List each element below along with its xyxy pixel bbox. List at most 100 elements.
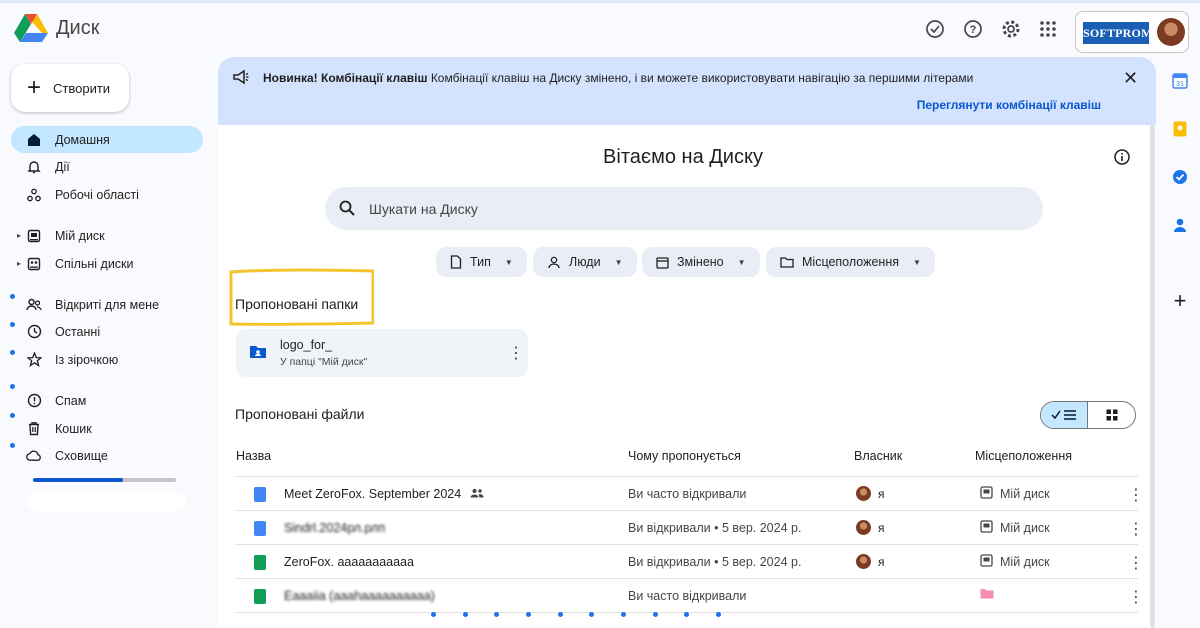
bell-icon bbox=[26, 159, 42, 175]
folder-location: У папці "Мій диск" bbox=[280, 356, 368, 368]
google-doc-icon bbox=[254, 487, 266, 502]
owner-avatar bbox=[856, 486, 871, 501]
table-row[interactable]: ZeroFox. ааааааааааа Ви відкривали • 5 в… bbox=[235, 544, 1144, 578]
file-name: Meet ZeroFox. September 2024 bbox=[284, 487, 484, 501]
grid-icon bbox=[1106, 409, 1117, 421]
chip-label: Місцеположення bbox=[802, 255, 899, 269]
file-location[interactable]: Мій диск bbox=[1000, 487, 1050, 501]
my-drive-icon bbox=[26, 228, 42, 244]
owner-name: я bbox=[878, 555, 885, 569]
sidebar-item-label: Дії bbox=[55, 159, 70, 174]
search-icon bbox=[339, 200, 355, 216]
owner-avatar bbox=[856, 554, 871, 569]
sidebar-item-storage[interactable]: Сховище bbox=[11, 442, 203, 469]
main-content: Новинка! Комбінації клавіш Комбінації кл… bbox=[218, 57, 1156, 628]
sidebar-item-recent[interactable]: Останні bbox=[11, 318, 203, 345]
sidebar-item-shared-with-me[interactable]: Відкриті для мене bbox=[11, 291, 203, 318]
sidebar-item-label: Відкриті для мене bbox=[55, 297, 160, 312]
scrollbar[interactable] bbox=[1150, 125, 1155, 628]
settings-gear-icon[interactable] bbox=[999, 17, 1023, 41]
search-input[interactable]: Шукати на Диску bbox=[325, 187, 1043, 230]
info-icon[interactable] bbox=[1113, 148, 1131, 166]
more-options-icon[interactable]: ⋮ bbox=[1128, 553, 1144, 573]
grid-view-button[interactable] bbox=[1088, 402, 1135, 428]
close-icon[interactable]: ✕ bbox=[1123, 68, 1138, 89]
column-header-location: Місцеположення bbox=[975, 449, 1072, 463]
tasks-app-icon[interactable] bbox=[1170, 167, 1190, 187]
sidebar-item-label: Мій диск bbox=[55, 228, 105, 243]
svg-text:?: ? bbox=[970, 24, 977, 36]
my-drive-icon bbox=[980, 486, 993, 499]
column-header-name[interactable]: Назва bbox=[236, 449, 271, 463]
my-drive-icon bbox=[980, 554, 993, 567]
app-header: Диск ? SOFTPROM bbox=[0, 3, 1200, 59]
suggestion-reason: Ви часто відкривали bbox=[628, 589, 747, 603]
chip-label: Тип bbox=[470, 255, 491, 269]
clock-icon bbox=[26, 324, 42, 340]
file-name: Sindrl.2024рл.рлп bbox=[284, 521, 386, 535]
plus-icon: + bbox=[27, 74, 42, 101]
create-label: Створити bbox=[53, 80, 111, 96]
sidebar-item-label: Сховище bbox=[55, 448, 108, 463]
suggested-folder-card[interactable]: logo_for_ У папці "Мій диск" ⋮ bbox=[236, 329, 528, 377]
annotation-dot bbox=[10, 384, 15, 389]
contacts-app-icon[interactable] bbox=[1170, 215, 1190, 235]
folder-name: logo_for_ bbox=[280, 338, 333, 352]
more-options-icon[interactable]: ⋮ bbox=[1128, 587, 1144, 607]
apps-grid-icon[interactable] bbox=[1036, 17, 1060, 41]
create-button[interactable]: + Створити bbox=[11, 64, 129, 112]
more-options-icon[interactable]: ⋮ bbox=[1128, 485, 1144, 505]
filter-chip-people[interactable]: Люди ▼ bbox=[533, 247, 637, 277]
sidebar-item-home[interactable]: Домашня bbox=[11, 126, 203, 153]
sidebar-item-my-drive[interactable]: ▸ Мій диск bbox=[11, 222, 203, 249]
ready-offline-icon[interactable] bbox=[923, 17, 947, 41]
account-brand-logo: SOFTPROM bbox=[1083, 22, 1152, 44]
list-view-button[interactable] bbox=[1041, 402, 1089, 428]
filter-chip-modified[interactable]: Змінено ▼ bbox=[642, 247, 760, 277]
suggestion-reason: Ви відкривали • 5 вер. 2024 р. bbox=[628, 521, 802, 535]
view-toggle bbox=[1040, 401, 1136, 429]
more-options-icon[interactable]: ⋮ bbox=[1128, 519, 1144, 539]
shared-people-icon bbox=[470, 489, 484, 498]
sidebar-item-label: Із зірочкою bbox=[55, 352, 119, 367]
calendar-app-icon[interactable]: 31 bbox=[1170, 71, 1190, 91]
owner-avatar bbox=[856, 520, 871, 535]
more-options-icon[interactable]: ⋮ bbox=[508, 343, 524, 363]
column-header-reason: Чому пропонується bbox=[628, 449, 741, 463]
person-icon bbox=[548, 256, 560, 268]
file-location[interactable]: Мій диск bbox=[1000, 521, 1050, 535]
sidebar-item-trash[interactable]: Кошик bbox=[11, 415, 203, 442]
help-icon[interactable]: ? bbox=[961, 17, 985, 41]
storage-usage-bar bbox=[33, 478, 176, 482]
sidebar-item-workspaces[interactable]: Робочі області bbox=[11, 181, 203, 208]
sidebar-item-starred[interactable]: Із зірочкою bbox=[11, 346, 203, 373]
star-icon bbox=[26, 352, 42, 368]
table-row[interactable]: Meet ZeroFox. September 2024 Ви часто ві… bbox=[235, 476, 1144, 510]
account-switcher[interactable]: SOFTPROM bbox=[1075, 11, 1189, 53]
search-placeholder: Шукати на Диску bbox=[369, 201, 478, 217]
filter-chip-type[interactable]: Тип ▼ bbox=[436, 247, 527, 277]
sidebar-item-label: Домашня bbox=[55, 132, 110, 147]
sidebar-item-shared-drives[interactable]: ▸ Спільні диски bbox=[11, 250, 203, 277]
sidebar-item-spam[interactable]: Спам bbox=[11, 387, 203, 414]
add-app-plus-icon[interactable]: + bbox=[1170, 288, 1190, 313]
dropdown-arrow-icon: ▼ bbox=[737, 257, 746, 267]
filter-chip-location[interactable]: Місцеположення ▼ bbox=[766, 247, 935, 277]
workspaces-icon bbox=[26, 187, 42, 203]
table-row[interactable]: Eaaaiia (aaahaaaaaaaaaa) Ви часто відкри… bbox=[235, 578, 1144, 612]
svg-text:31: 31 bbox=[1176, 81, 1184, 88]
keep-app-icon[interactable] bbox=[1170, 119, 1190, 139]
my-drive-icon bbox=[980, 520, 993, 533]
sidebar-item-label: Останні bbox=[55, 324, 101, 339]
expand-caret-icon[interactable]: ▸ bbox=[17, 259, 21, 268]
drive-brand[interactable]: Диск bbox=[14, 13, 99, 43]
expand-caret-icon[interactable]: ▸ bbox=[17, 231, 21, 240]
suggested-files-heading: Пропоновані файли bbox=[235, 406, 365, 422]
dropdown-arrow-icon: ▼ bbox=[504, 257, 513, 267]
cloud-icon bbox=[26, 448, 42, 464]
sidebar-item-activity[interactable]: Дії bbox=[11, 153, 203, 180]
file-location[interactable]: Мій диск bbox=[1000, 555, 1050, 569]
google-sheet-icon bbox=[254, 589, 266, 604]
table-row[interactable]: Sindrl.2024рл.рлп Ви відкривали • 5 вер.… bbox=[235, 510, 1144, 544]
view-shortcuts-link[interactable]: Переглянути комбінації клавіш bbox=[917, 98, 1101, 112]
